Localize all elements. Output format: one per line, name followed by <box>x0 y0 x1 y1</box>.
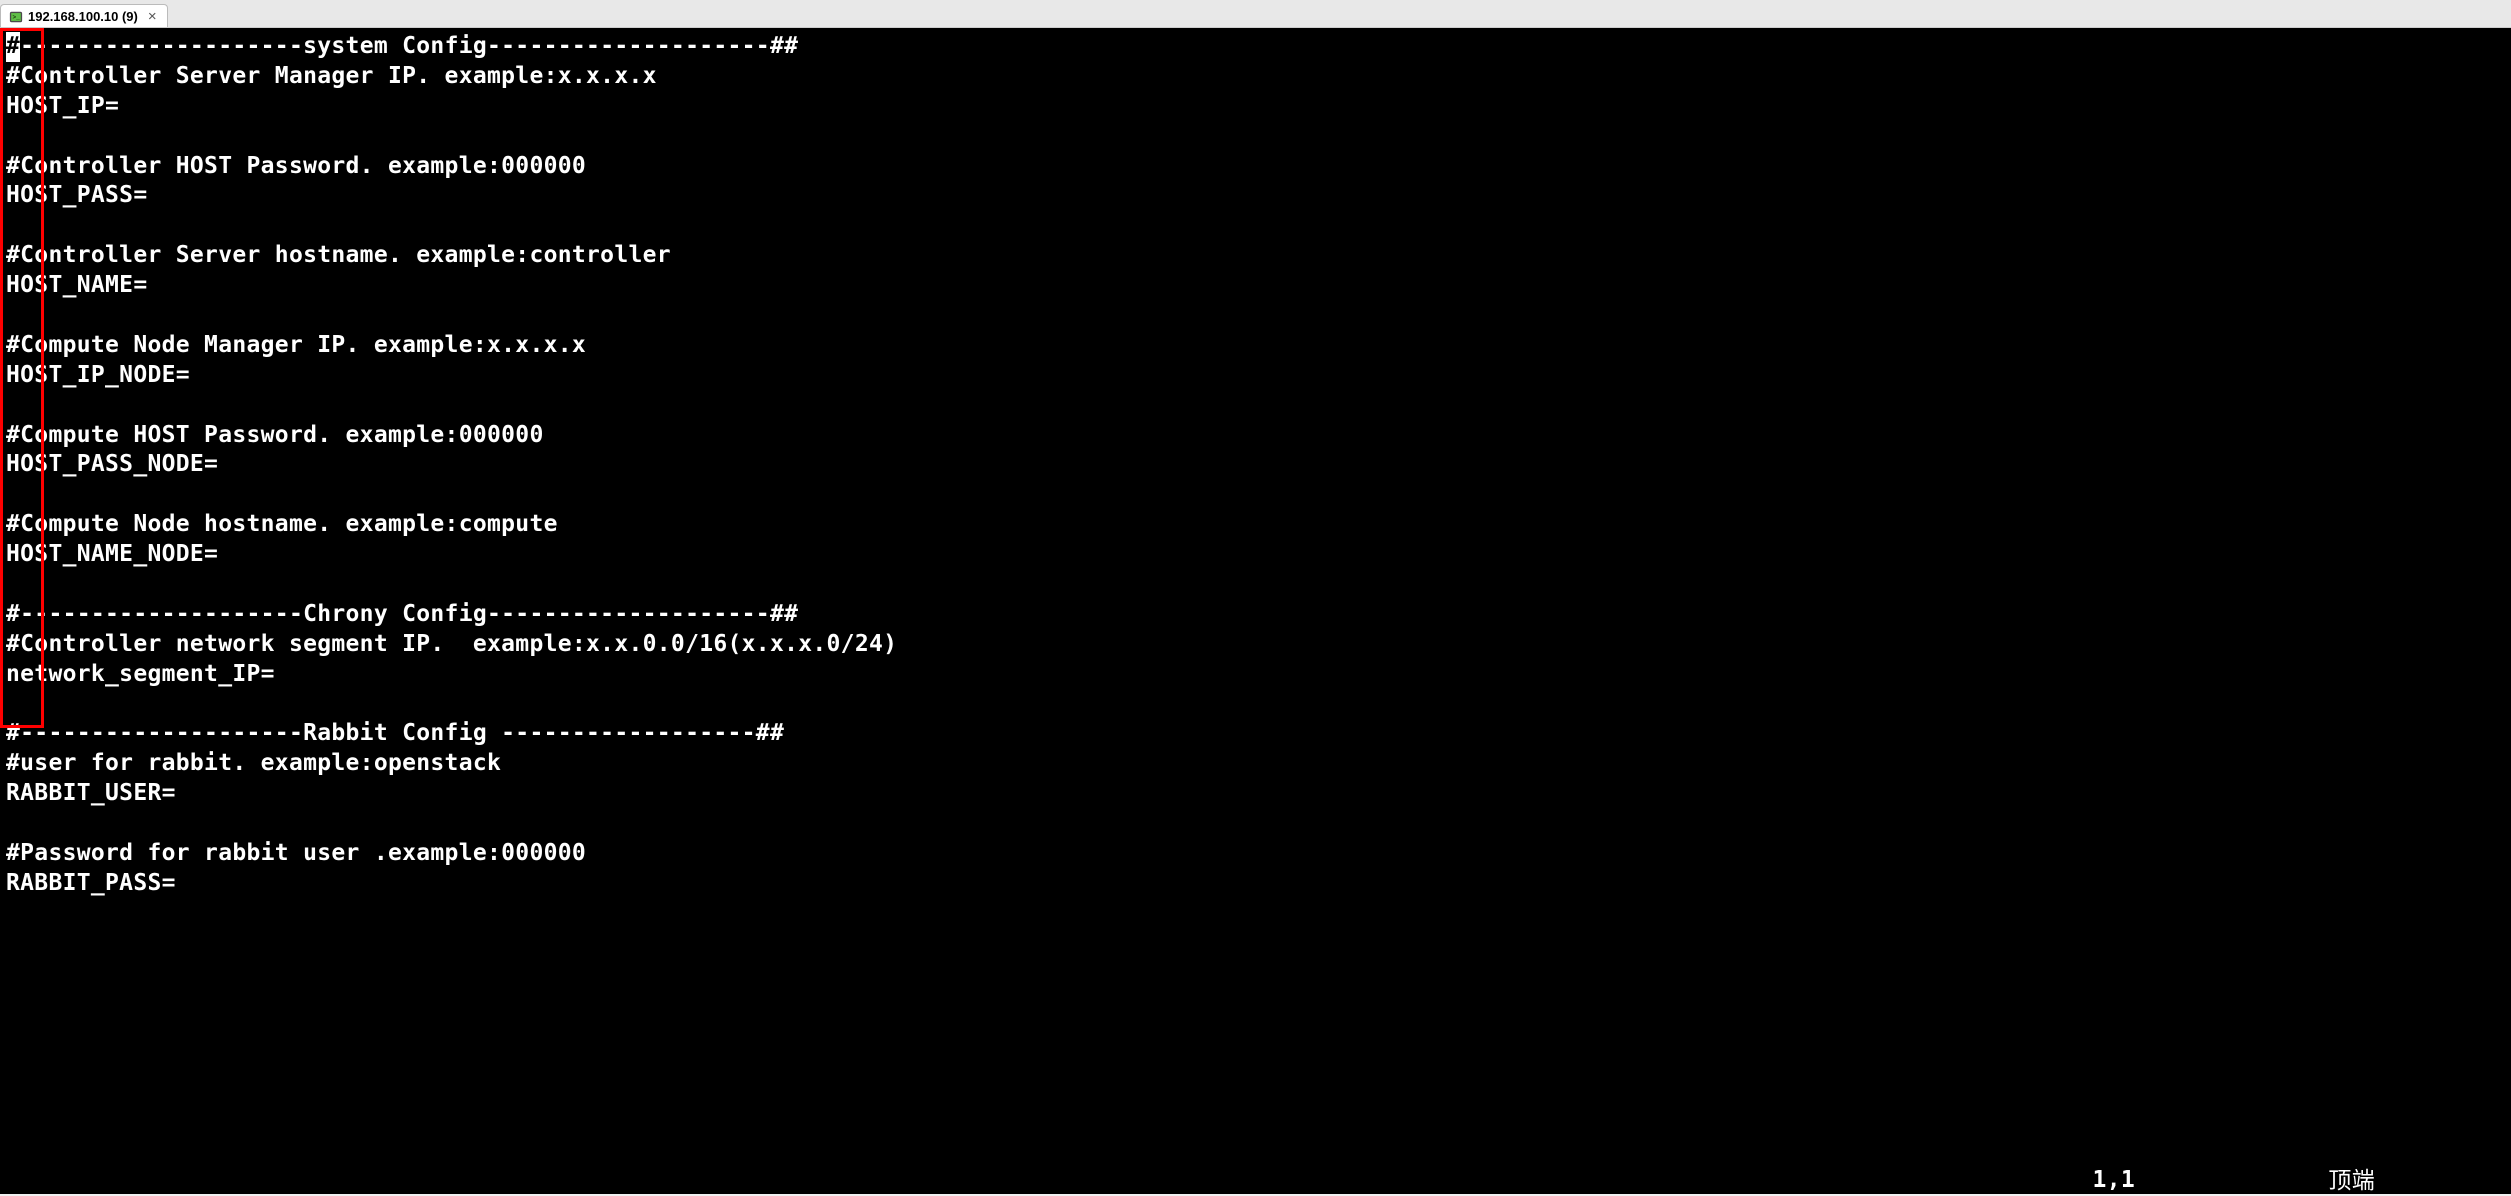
cursor-position: 1,1 <box>2093 1166 2135 1196</box>
close-icon[interactable]: × <box>148 8 157 25</box>
terminal-view[interactable]: ##--------------------system Config-----… <box>0 28 2511 1194</box>
terminal-content: ##--------------------system Config-----… <box>6 32 2505 899</box>
file-position-indicator: 顶端 <box>2328 1166 2375 1196</box>
session-tab[interactable]: >_ 192.168.100.10 (9) × <box>0 4 168 27</box>
tab-label: 192.168.100.10 (9) <box>28 9 138 24</box>
svg-text:>_: >_ <box>13 13 21 20</box>
tab-bar: >_ 192.168.100.10 (9) × <box>0 0 2511 28</box>
terminal-icon: >_ <box>9 10 23 24</box>
